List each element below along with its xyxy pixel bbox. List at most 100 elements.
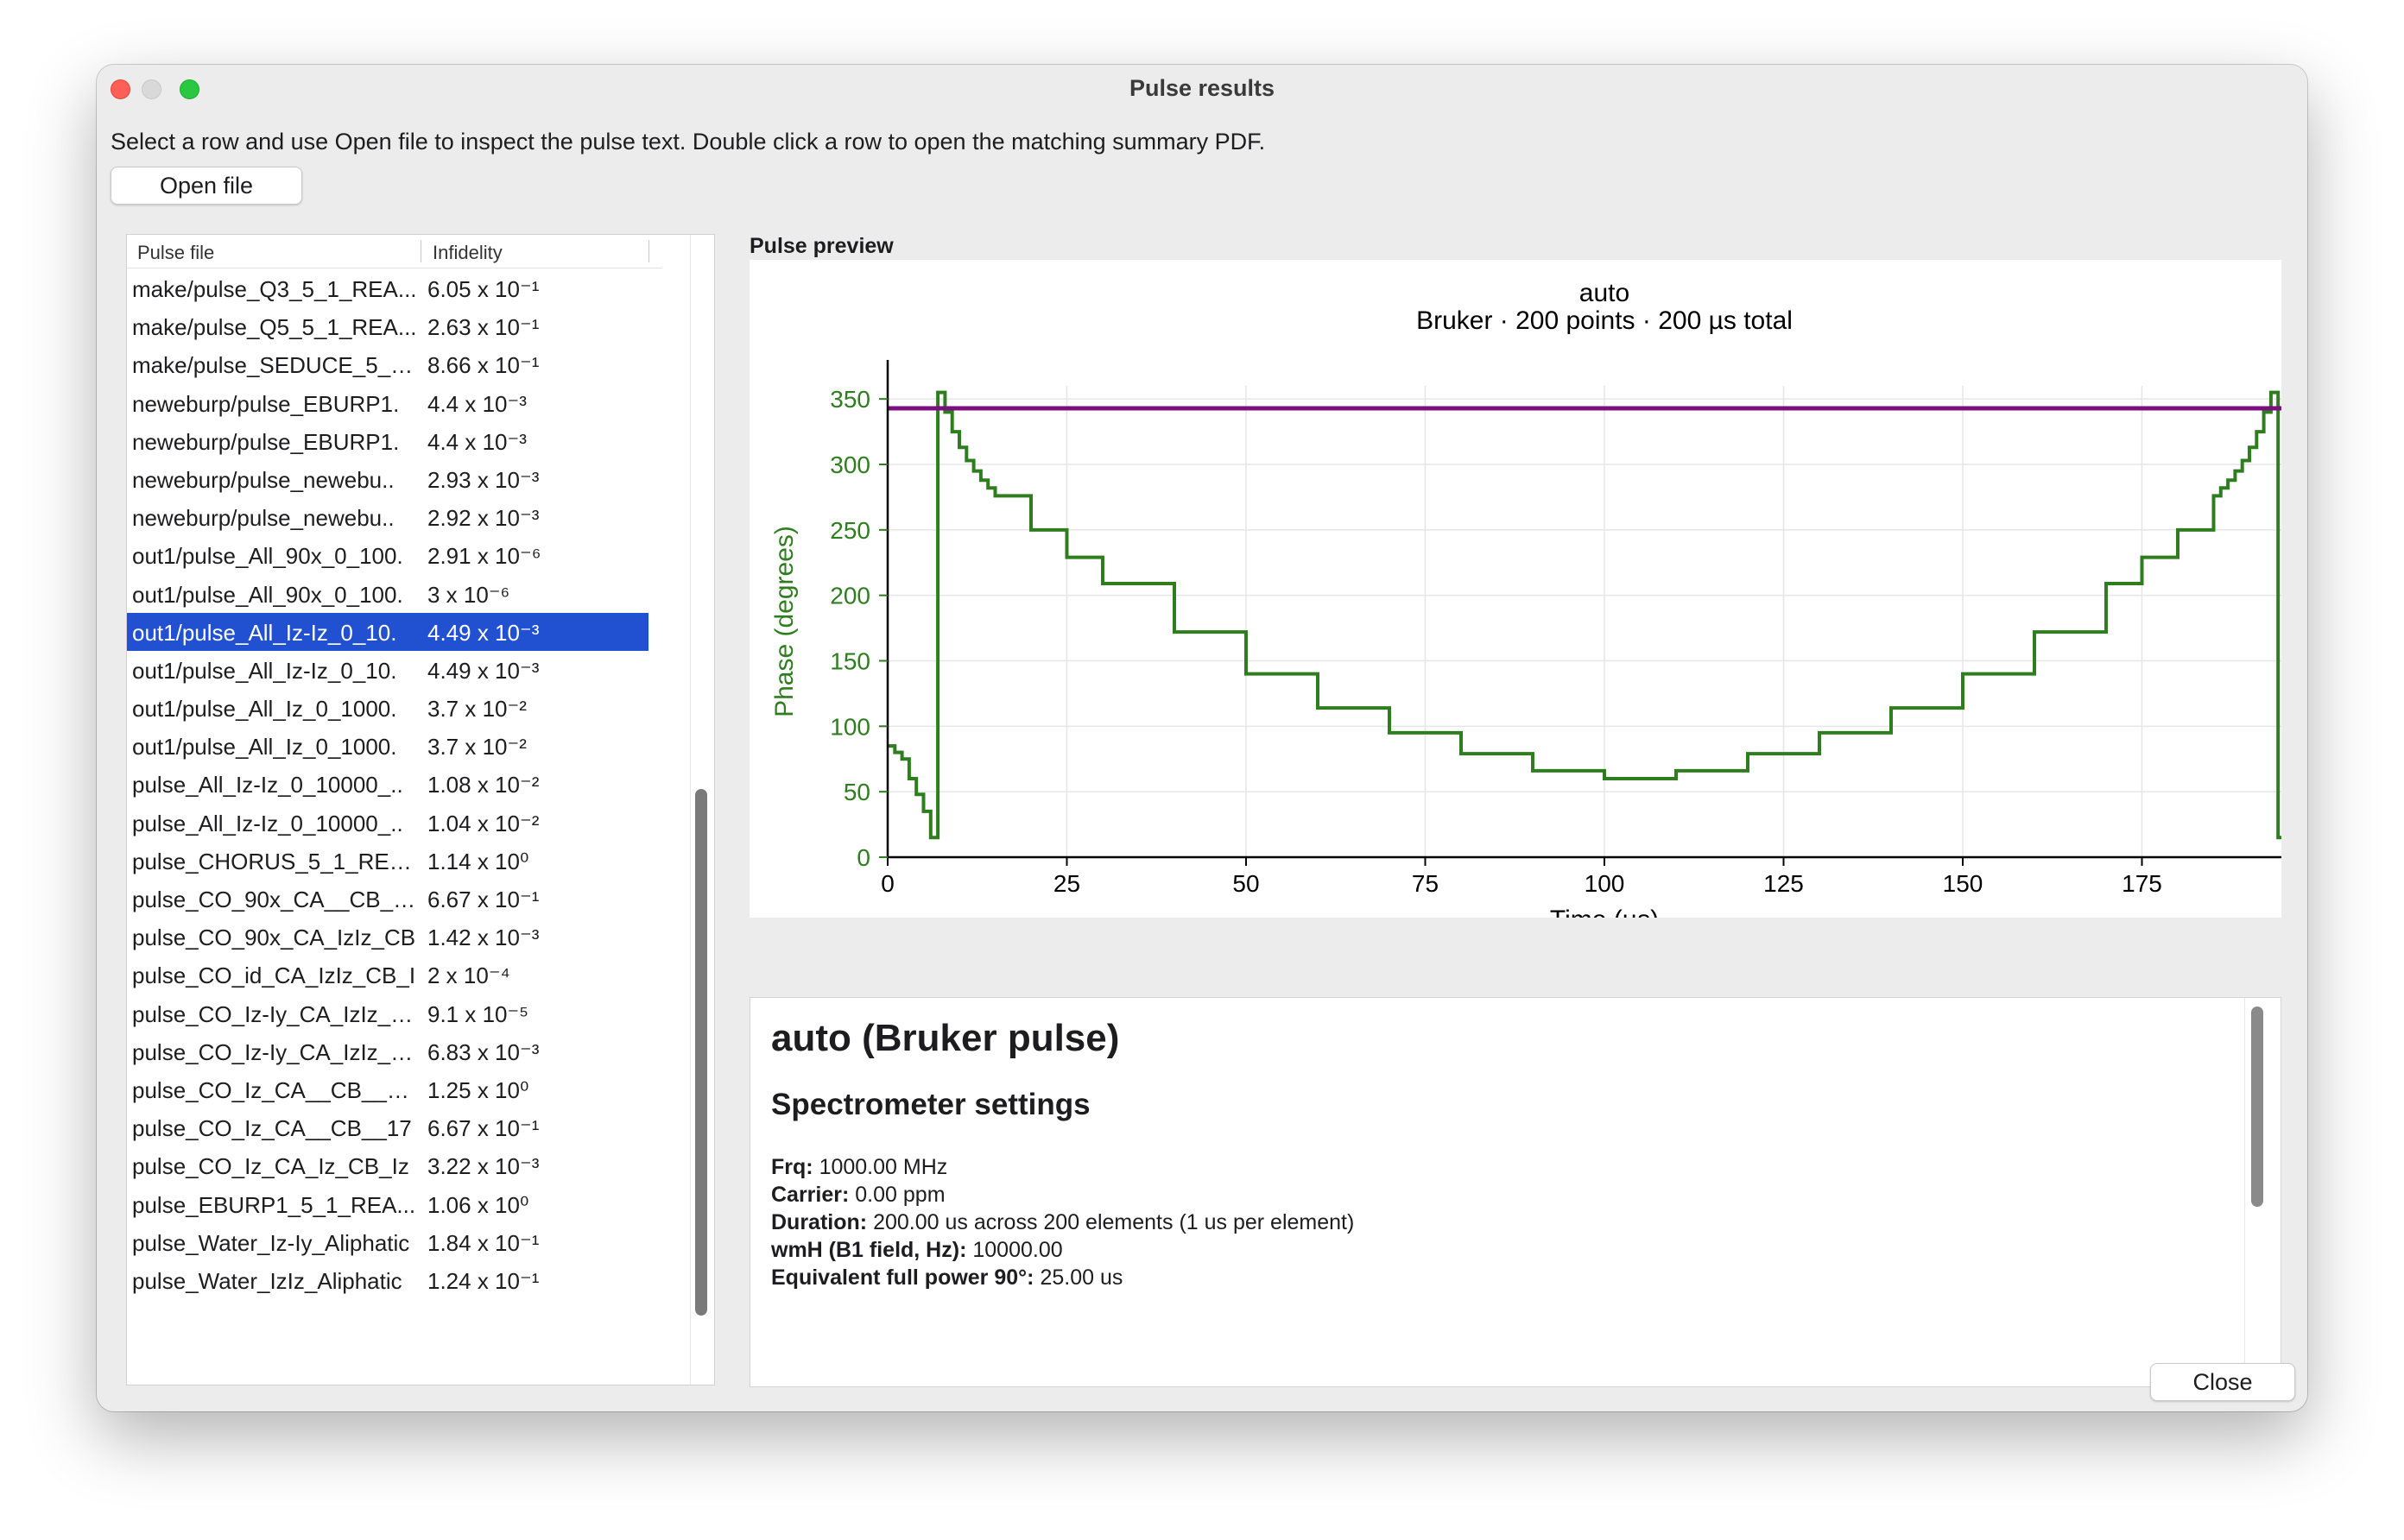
table-row[interactable]: make/pulse_SEDUCE_5_1... 8.66 x 10⁻¹: [127, 345, 648, 383]
infidelity-cell: 1.84 x 10⁻¹: [427, 1229, 540, 1256]
table-row[interactable]: pulse_CO_Iz-Iy_CA_IzIz_CE 9.1 x 10⁻⁵: [127, 994, 648, 1032]
infidelity-cell: 6.67 x 10⁻¹: [427, 887, 540, 912]
infidelity-cell: 2.92 x 10⁻³: [427, 505, 540, 532]
table-row[interactable]: out1/pulse_All_Iz-Iz_0_10. 4.49 x 10⁻³: [127, 612, 648, 651]
header-pulse-file[interactable]: Pulse file: [137, 242, 214, 264]
y-tick-label: 50: [844, 779, 870, 805]
x-tick-label: 100: [1585, 870, 1625, 897]
infidelity-cell: 4.49 x 10⁻³: [427, 657, 540, 684]
y-tick-label: 0: [857, 844, 870, 871]
pulse-file-cell: pulse_Water_Iz-Iy_Aliphatic: [132, 1229, 410, 1256]
table-row[interactable]: pulse_CO_Iz_CA__CB__17€ 1.25 x 10⁰: [127, 1070, 648, 1108]
open-file-button[interactable]: Open file: [111, 167, 302, 205]
pulse-file-table[interactable]: Pulse file Infidelity make/pulse_Q3_5_1_…: [126, 234, 715, 1385]
infidelity-cell: 4.4 x 10⁻³: [427, 390, 527, 417]
phase-series-line: [888, 390, 2281, 840]
infidelity-cell: 6.83 x 10⁻³: [427, 1038, 540, 1065]
pulse-file-cell: pulse_CO_Iz-Iy_CA_IzIz_CE: [132, 1000, 417, 1027]
pulse-file-cell: out1/pulse_All_Iz_0_1000.: [132, 696, 397, 723]
table-row[interactable]: pulse_All_Iz-Iz_0_10000_.. 1.04 x 10⁻²: [127, 804, 648, 842]
pulse-file-cell: neweburp/pulse_newebu..: [132, 466, 395, 493]
table-row[interactable]: pulse_CO_90x_CA_IzIz_CB 1.42 x 10⁻³: [127, 918, 648, 956]
pulse-file-cell: pulse_CO_Iz_CA_Iz_CB_Iz: [132, 1153, 409, 1180]
infidelity-cell: 3.7 x 10⁻²: [427, 734, 527, 761]
table-row[interactable]: pulse_CO_90x_CA__CB_..1 6.67 x 10⁻¹: [127, 880, 648, 918]
table-row[interactable]: out1/pulse_All_Iz_0_1000. 3.7 x 10⁻²: [127, 727, 648, 765]
infidelity-cell: 2.91 x 10⁻⁶: [427, 543, 541, 570]
table-row[interactable]: pulse_EBURP1_5_1_REA... 1.06 x 10⁰: [127, 1185, 648, 1223]
column-divider[interactable]: [648, 240, 649, 262]
table-row[interactable]: pulse_Water_Iz-Iy_Aliphatic 1.84 x 10⁻¹: [127, 1223, 648, 1261]
window-title: Pulse results: [1129, 75, 1275, 101]
summary-scrollbar-thumb[interactable]: [2251, 1007, 2263, 1207]
pulse-file-cell: neweburp/pulse_EBURP1.: [132, 390, 400, 417]
infidelity-cell: 4.4 x 10⁻³: [427, 428, 527, 455]
close-button[interactable]: Close: [2150, 1363, 2295, 1401]
table-row[interactable]: make/pulse_Q5_5_1_REA... 2.63 x 10⁻¹: [127, 307, 648, 345]
y-tick-label: 250: [830, 517, 870, 544]
infidelity-cell: 1.42 x 10⁻³: [427, 925, 540, 951]
x-tick-label: 150: [1943, 870, 1983, 897]
infidelity-cell: 6.05 x 10⁻¹: [427, 276, 540, 302]
infidelity-cell: 1.25 x 10⁰: [427, 1076, 529, 1103]
pulse-results-window: Pulse results Select a row and use Open …: [97, 65, 2307, 1411]
x-tick-label: 125: [1763, 870, 1804, 897]
pulse-file-cell: make/pulse_Q5_5_1_REA...: [132, 314, 417, 341]
table-row[interactable]: pulse_CO_Iz_CA_Iz_CB_Iz 3.22 x 10⁻³: [127, 1146, 648, 1184]
table-header: Pulse file Infidelity: [127, 235, 662, 268]
chart-svg: 0255075100125150175200050100150200250300…: [770, 279, 2281, 918]
infidelity-cell: 1.04 x 10⁻²: [427, 810, 540, 836]
infidelity-cell: 9.1 x 10⁻⁵: [427, 1000, 529, 1027]
infidelity-cell: 4.49 x 10⁻³: [427, 619, 540, 646]
pulse-file-cell: pulse_CHORUS_5_1_REA...: [132, 848, 417, 874]
header-infidelity[interactable]: Infidelity: [433, 242, 503, 264]
table-row[interactable]: neweburp/pulse_newebu.. 2.92 x 10⁻³: [127, 498, 648, 536]
summary-item-frq: Frq: 1000.00 MHz: [771, 1155, 948, 1179]
x-tick-label: 75: [1412, 870, 1439, 897]
infidelity-cell: 2 x 10⁻⁴: [427, 962, 510, 989]
summary-item-full-power: Equivalent full power 90°: 25.00 us: [771, 1265, 1123, 1290]
summary-item-carrier: Carrier: 0.00 ppm: [771, 1183, 946, 1207]
summary-panel[interactable]: auto (Bruker pulse) Spectrometer setting…: [750, 997, 2281, 1387]
pulse-file-cell: neweburp/pulse_newebu..: [132, 505, 395, 532]
infidelity-cell: 2.93 x 10⁻³: [427, 466, 540, 493]
table-row[interactable]: pulse_CO_id_CA_IzIz_CB_I 2 x 10⁻⁴: [127, 956, 648, 994]
table-rows: make/pulse_Q3_5_1_REA... 6.05 x 10⁻¹ make/…: [127, 269, 648, 1299]
y-tick-label: 150: [830, 648, 870, 675]
infidelity-cell: 3.7 x 10⁻²: [427, 696, 527, 723]
table-row[interactable]: neweburp/pulse_EBURP1. 4.4 x 10⁻³: [127, 384, 648, 422]
table-row[interactable]: out1/pulse_All_90x_0_100. 2.91 x 10⁻⁶: [127, 536, 648, 574]
pulse-file-cell: pulse_Water_IzIz_Aliphatic: [132, 1267, 402, 1294]
table-row[interactable]: neweburp/pulse_EBURP1. 4.4 x 10⁻³: [127, 422, 648, 460]
table-row[interactable]: neweburp/pulse_newebu.. 2.93 x 10⁻³: [127, 460, 648, 498]
pulse-file-cell: pulse_CO_90x_CA__CB_..1: [132, 887, 417, 912]
pulse-file-cell: pulse_CO_Iz-Iy_CA_IzIz_CE: [132, 1038, 417, 1065]
table-scrollbar-thumb[interactable]: [695, 789, 707, 1316]
y-tick-label: 200: [830, 583, 870, 609]
pulse-file-cell: pulse_CO_Iz_CA__CB__17: [132, 1115, 412, 1142]
table-row[interactable]: pulse_CHORUS_5_1_REA... 1.14 x 10⁰: [127, 842, 648, 880]
summary-subtitle: Spectrometer settings: [771, 1088, 1091, 1121]
pulse-file-cell: out1/pulse_All_90x_0_100.: [132, 543, 403, 570]
chart-subtitle: Bruker · 200 points · 200 µs total: [1416, 306, 1793, 335]
infidelity-cell: 1.06 x 10⁰: [427, 1191, 529, 1218]
table-row[interactable]: out1/pulse_All_90x_0_100. 3 x 10⁻⁶: [127, 575, 648, 613]
table-row[interactable]: pulse_CO_Iz_CA__CB__17 6.67 x 10⁻¹: [127, 1108, 648, 1146]
pulse-file-cell: pulse_EBURP1_5_1_REA...: [132, 1191, 416, 1218]
infidelity-cell: 6.67 x 10⁻¹: [427, 1115, 540, 1142]
table-row[interactable]: out1/pulse_All_Iz-Iz_0_10. 4.49 x 10⁻³: [127, 651, 648, 689]
table-row[interactable]: make/pulse_Q3_5_1_REA... 6.05 x 10⁻¹: [127, 269, 648, 307]
y-tick-label: 350: [830, 386, 870, 413]
table-row[interactable]: pulse_CO_Iz-Iy_CA_IzIz_CE 6.83 x 10⁻³: [127, 1032, 648, 1070]
pulse-file-cell: make/pulse_SEDUCE_5_1...: [132, 352, 417, 379]
pulse-file-cell: make/pulse_Q3_5_1_REA...: [132, 276, 417, 302]
table-row[interactable]: out1/pulse_All_Iz_0_1000. 3.7 x 10⁻²: [127, 689, 648, 727]
y-tick-label: 100: [830, 713, 870, 740]
pulse-file-cell: pulse_CO_90x_CA_IzIz_CB: [132, 925, 416, 951]
title-bar: Pulse results: [97, 65, 2307, 113]
table-row[interactable]: pulse_All_Iz-Iz_0_10000_.. 1.08 x 10⁻²: [127, 765, 648, 803]
table-row[interactable]: pulse_Water_IzIz_Aliphatic 1.24 x 10⁻¹: [127, 1261, 648, 1299]
y-tick-label: 300: [830, 451, 870, 478]
infidelity-cell: 8.66 x 10⁻¹: [427, 352, 540, 379]
pulse-file-cell: pulse_All_Iz-Iz_0_10000_..: [132, 810, 403, 836]
